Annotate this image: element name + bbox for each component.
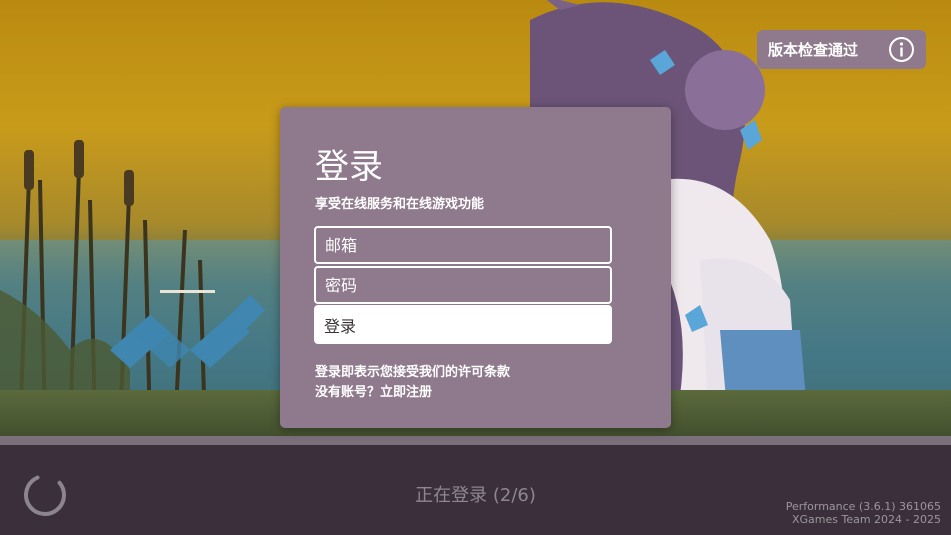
dialog-subtitle: 享受在线服务和在线游戏功能	[315, 197, 485, 212]
info-icon[interactable]	[888, 36, 915, 63]
password-field[interactable]	[314, 266, 612, 304]
login-button[interactable]: 登录	[314, 305, 612, 344]
dialog-title: 登录	[315, 147, 383, 187]
bottom-status-bar: 正在登录 (2/6) Performance (3.6.1) 361065 XG…	[0, 445, 951, 535]
license-terms-link[interactable]: 登录即表示您接受我们的许可条款	[315, 361, 510, 380]
background-logo-shape	[110, 290, 265, 368]
background-strip	[0, 436, 951, 445]
register-link[interactable]: 没有账号？立即注册	[315, 381, 432, 400]
performance-version: Performance (3.6.1) 361065	[785, 500, 941, 513]
email-field[interactable]	[314, 226, 612, 264]
team-credits: XGames Team 2024 - 2025	[791, 513, 941, 526]
version-check-label: 版本检查通过	[768, 41, 859, 59]
login-dialog: 登录 享受在线服务和在线游戏功能 登录 登录即表示您接受我们的许可条款 没有账号…	[280, 107, 671, 428]
version-check-badge[interactable]: 版本检查通过	[757, 30, 926, 69]
build-info: Performance (3.6.1) 361065 XGames Team 2…	[786, 500, 941, 526]
